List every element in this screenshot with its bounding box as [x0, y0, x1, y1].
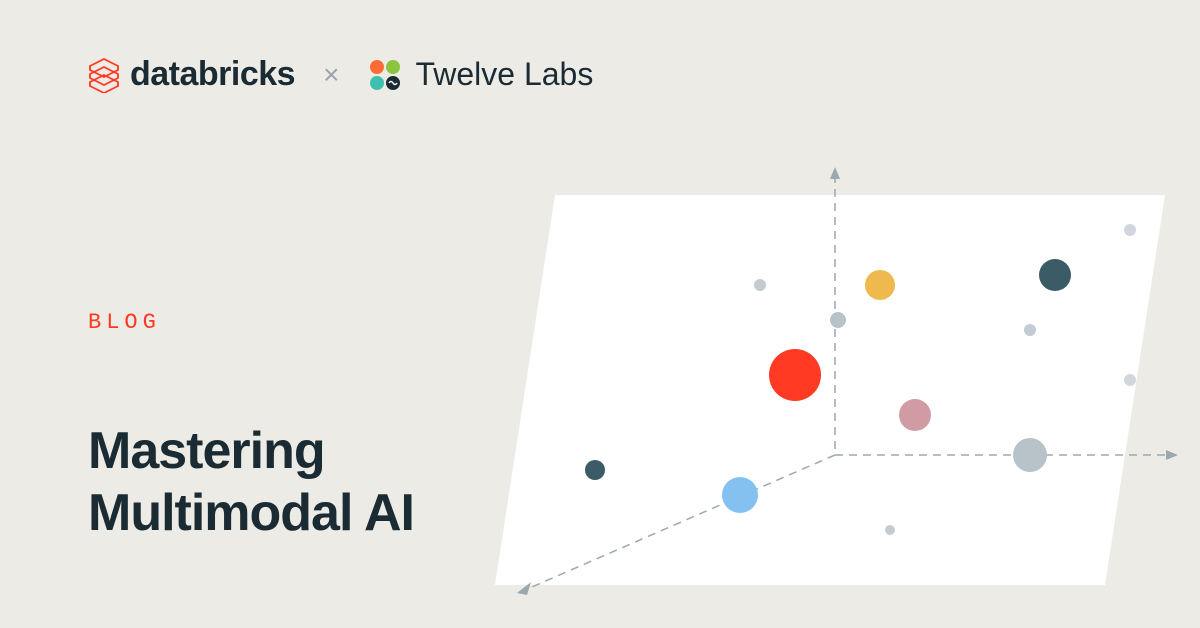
page-title: Mastering Multimodal AI [88, 420, 414, 545]
twelvelabs-icon [367, 57, 403, 93]
databricks-text: databricks [130, 55, 295, 94]
x-separator-icon: × [323, 59, 339, 91]
embedding-space-graphic [465, 155, 1185, 615]
databricks-logo: databricks [88, 55, 295, 94]
title-line-1: Mastering [88, 420, 414, 482]
header: databricks × Twelve Labs [88, 55, 593, 94]
twelvelabs-logo: Twelve Labs [367, 56, 593, 93]
twelvelabs-text: Twelve Labs [415, 56, 593, 93]
databricks-icon [88, 57, 120, 93]
blog-label: BLOG [88, 310, 161, 335]
title-line-2: Multimodal AI [88, 482, 414, 544]
